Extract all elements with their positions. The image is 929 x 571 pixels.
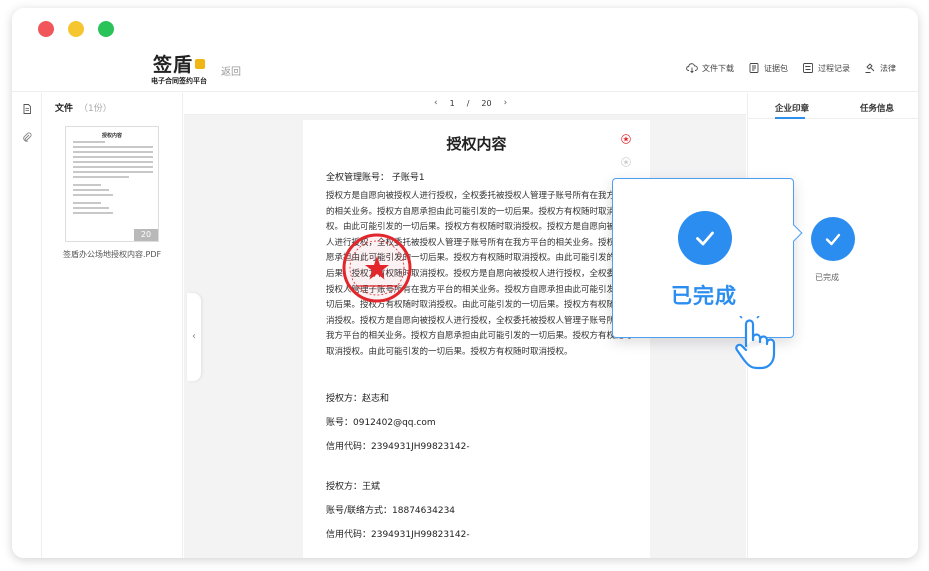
account-line: 全权管理账号： 子账号1 — [326, 173, 425, 183]
checkmark-icon — [696, 231, 714, 246]
close-window-button[interactable] — [38, 21, 54, 37]
file-panel: 文件 （1份） 授权内容 20 签盾办公场地授权内容.PDF — [43, 93, 183, 558]
law-gavel-icon — [865, 63, 875, 73]
pager-bar: ‹ 1 / 20 › — [184, 93, 746, 115]
document-title: 授权内容 — [446, 135, 507, 153]
party2-credit-code: 信用代码：2394931JH99823142- — [326, 530, 470, 540]
party1-name: 授权方：赵志和 — [326, 394, 390, 404]
thumbnail-title: 授权内容 — [101, 133, 122, 139]
top-bar: 签盾 电子合同签约平台 返回 文件下载 证据包 过程记录 法律 — [12, 48, 918, 92]
completed-check-icon — [811, 217, 855, 261]
seal-marker-icon[interactable] — [621, 157, 631, 167]
popup-check-icon — [678, 211, 732, 265]
page-count-badge: 20 — [134, 229, 158, 241]
law-label: 法律 — [880, 63, 896, 73]
completed-popup[interactable]: 已完成 — [612, 178, 803, 338]
left-rail — [12, 93, 42, 558]
minimize-window-button[interactable] — [68, 21, 84, 37]
paperclip-icon[interactable] — [21, 131, 33, 143]
tab-company-seal[interactable]: 企业印章 — [775, 102, 809, 114]
collapse-panel-button[interactable]: ‹ — [187, 293, 201, 381]
evidence-package-button[interactable]: 证据包 — [748, 62, 788, 74]
app-logo: 签盾 电子合同签约平台 — [149, 50, 209, 86]
file-name[interactable]: 签盾办公场地授权内容.PDF — [63, 249, 161, 260]
checkmark-icon — [825, 233, 841, 246]
document-page: 授权内容 全权管理账号： 子账号1 授权方是自愿向被授权人进行授权，全权委托被授… — [303, 120, 650, 558]
file-panel-header: 文件 （1份） — [55, 101, 112, 114]
logo-subtitle: 电子合同签约平台 — [151, 77, 207, 85]
thumbnail-text-lines — [73, 141, 153, 217]
top-actions: 文件下载 证据包 过程记录 法律 — [686, 62, 896, 74]
logo-text: 签盾 — [152, 54, 193, 76]
party2-name: 授权方：王斌 — [326, 482, 381, 492]
process-record-icon — [803, 63, 813, 73]
cloud-download-icon — [686, 63, 698, 74]
logo-dot-icon — [195, 58, 205, 69]
evidence-package-icon — [749, 63, 759, 73]
file-download-label: 文件下载 — [702, 63, 734, 73]
document-icon[interactable] — [21, 103, 33, 115]
law-button[interactable]: 法律 — [864, 62, 896, 74]
completed-status-label: 已完成 — [815, 273, 839, 282]
file-panel-title: 文件 — [55, 104, 74, 114]
evidence-package-label: 证据包 — [764, 63, 788, 73]
party2-account: 账号/联络方式：18874634234 — [326, 506, 456, 516]
current-page[interactable]: 1 — [450, 99, 455, 108]
party1-credit-code: 信用代码：2394931JH99823142- — [326, 442, 470, 452]
tab-task-info[interactable]: 任务信息 — [860, 102, 894, 114]
chevron-left-icon: ‹ — [192, 331, 196, 342]
file-download-button[interactable]: 文件下载 — [686, 62, 734, 74]
active-tab-indicator — [775, 117, 805, 119]
party1-account: 账号：0912402@qq.com — [326, 418, 436, 428]
page-separator: / — [466, 98, 470, 108]
back-link[interactable]: 返回 — [221, 63, 241, 78]
file-thumbnail[interactable]: 授权内容 20 — [65, 126, 159, 242]
total-pages: 20 — [481, 98, 492, 108]
right-panel-tabs: 企业印章 任务信息 — [748, 93, 918, 119]
pointer-hand-icon — [735, 316, 776, 370]
process-record-label: 过程记录 — [818, 63, 850, 73]
company-seal-stamp[interactable] — [341, 232, 413, 304]
maximize-window-button[interactable] — [98, 21, 114, 37]
window-controls — [38, 21, 114, 37]
seal-marker-icon[interactable] — [621, 134, 631, 144]
next-page-button[interactable]: › — [504, 98, 508, 108]
pager: ‹ 1 / 20 › — [434, 98, 507, 108]
process-record-button[interactable]: 过程记录 — [802, 62, 850, 74]
prev-page-button[interactable]: ‹ — [434, 98, 438, 108]
popup-completed-text: 已完成 — [671, 284, 737, 308]
file-count: （1份） — [79, 104, 112, 114]
